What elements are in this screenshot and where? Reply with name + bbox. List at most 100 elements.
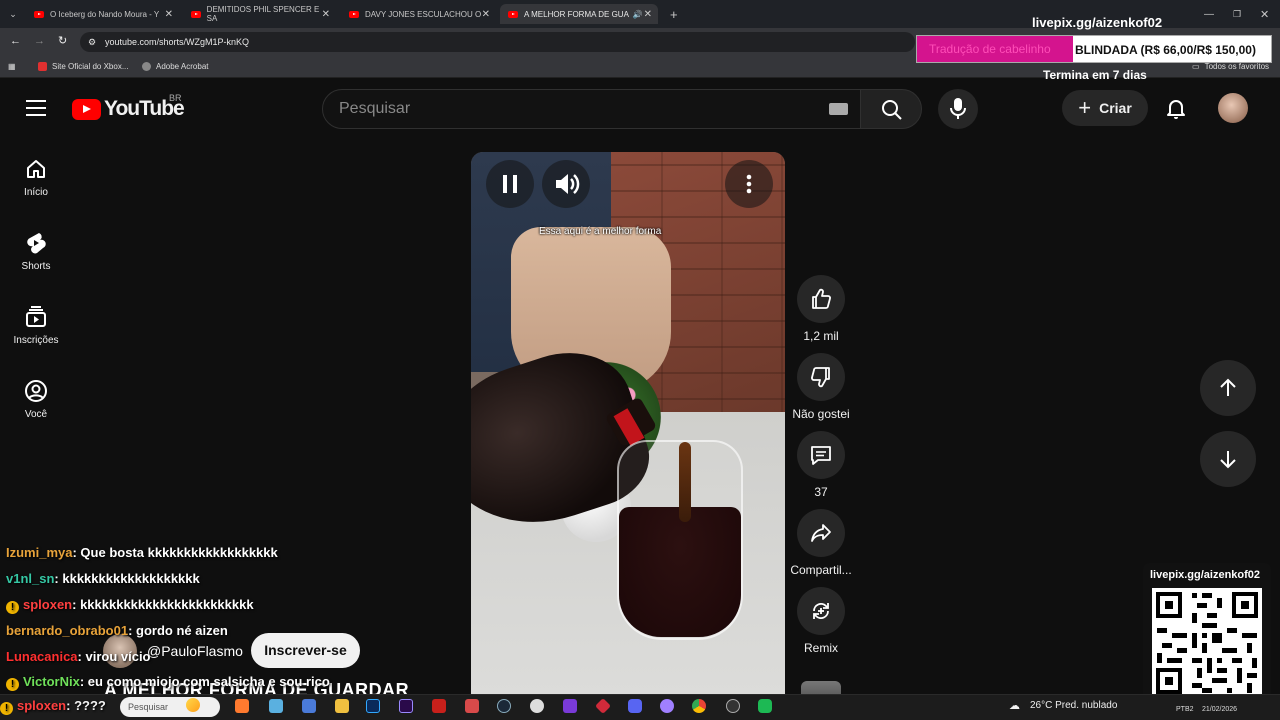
chat-username: sploxen	[23, 597, 73, 612]
chat-message: ! VictorNix: eu como miojo com salsicha e…	[6, 674, 330, 691]
youtube-favicon-icon	[508, 10, 518, 18]
chat-username: v1nl_sn	[6, 571, 55, 586]
video-pouring-stream	[679, 442, 691, 522]
goal-deadline: Termina em 7 dias	[1043, 68, 1147, 82]
search-button[interactable]	[860, 89, 922, 129]
discord-icon[interactable]	[628, 699, 642, 713]
steam-icon[interactable]	[497, 699, 511, 713]
taskbar-search-input[interactable]: Pesquisar	[120, 697, 220, 717]
photoshop-icon[interactable]	[366, 699, 380, 713]
apps-icon[interactable]: ▦	[8, 62, 16, 71]
app-icon-3[interactable]	[302, 699, 316, 713]
maximize-button[interactable]: ❐	[1225, 4, 1249, 24]
close-tab-icon[interactable]: ✕	[165, 9, 173, 20]
clock-date[interactable]: 21/02/2026	[1202, 706, 1237, 713]
tab-1[interactable]: O Iceberg do Nando Moura - Y ✕	[26, 4, 179, 24]
site-info-icon[interactable]: ⚙	[88, 32, 96, 52]
forward-icon[interactable]: →	[34, 35, 45, 47]
acrobat-icon[interactable]	[432, 699, 446, 713]
app-icon-1[interactable]	[235, 699, 249, 713]
tab-list-button[interactable]: ⌄	[2, 4, 24, 24]
search-icon	[882, 100, 902, 120]
app-icon-7[interactable]	[660, 699, 674, 713]
home-icon	[27, 160, 45, 178]
back-icon[interactable]: ←	[10, 35, 21, 47]
share-icon	[811, 524, 831, 542]
volume-button[interactable]	[542, 160, 590, 208]
donation-goal-bar: Tradução de cabelinho BLINDADA (R$ 66,00…	[916, 35, 1272, 63]
chat-username: bernardo_obrabo01	[6, 623, 129, 638]
notifications-bell-icon[interactable]	[1164, 96, 1188, 120]
globe-icon	[142, 62, 151, 71]
all-bookmarks[interactable]: ▭ Todos os favoritos	[1192, 62, 1269, 71]
country-code: BR	[169, 93, 182, 103]
more-options-button[interactable]	[725, 160, 773, 208]
keyboard-icon[interactable]	[829, 103, 848, 115]
shorts-icon	[27, 233, 46, 254]
chat-message: Lunacanica: virou vício	[6, 649, 151, 664]
close-window-button[interactable]: ✕	[1252, 4, 1277, 24]
close-tab-icon[interactable]: ✕	[482, 9, 490, 20]
pause-button[interactable]	[486, 160, 534, 208]
goal-amount-text: BLINDADA (R$ 66,00/R$ 150,00)	[1075, 43, 1256, 57]
channel-name[interactable]: @PauloFlasmo	[147, 643, 243, 659]
bookmark-acrobat[interactable]: Adobe Acrobat	[142, 62, 208, 71]
bookmark-xbox[interactable]: Site Oficial do Xbox...	[38, 62, 128, 71]
create-button[interactable]: + Criar	[1062, 90, 1148, 126]
tab-2[interactable]: DEMITIDOS PHIL SPENCER E SA ✕	[183, 4, 336, 24]
file-explorer-icon[interactable]	[335, 699, 349, 713]
qr-url-label: livepix.gg/aizenkof02	[1150, 569, 1261, 581]
close-tab-icon[interactable]: ✕	[322, 9, 330, 20]
tab-4-active[interactable]: A MELHOR FORMA DE GUA 🔊 ✕	[500, 4, 658, 24]
youtube-favicon-icon	[34, 10, 44, 18]
comments-button[interactable]: 37	[786, 431, 856, 499]
weather-cloud-icon: ☁	[1009, 700, 1020, 712]
sidebar-item-shorts[interactable]: Shorts	[0, 231, 72, 272]
app-icon-5[interactable]	[563, 699, 577, 713]
plus-icon: +	[1078, 95, 1092, 120]
account-avatar[interactable]	[1218, 93, 1248, 123]
youtube-logo[interactable]: YouTube	[72, 97, 185, 121]
like-button[interactable]: 1,2 mil	[786, 275, 856, 343]
youtube-favicon-icon	[349, 10, 359, 18]
alert-badge-icon: !	[0, 702, 13, 715]
sidebar-item-subscriptions[interactable]: Inscrições	[0, 305, 72, 346]
share-button[interactable]: Compartil...	[786, 509, 856, 577]
volume-icon	[556, 174, 580, 194]
youtube-favicon-icon	[191, 10, 201, 18]
subscribe-button[interactable]: Inscrever-se	[251, 633, 360, 668]
minimize-button[interactable]: —	[1196, 4, 1222, 24]
chat-username: VictorNix	[23, 674, 80, 689]
app-icon-8[interactable]	[726, 699, 740, 713]
chat-username: Lunacanica	[6, 649, 78, 664]
app-icon-4[interactable]	[465, 699, 479, 713]
voice-search-button[interactable]	[938, 89, 978, 129]
obs-icon[interactable]	[530, 699, 544, 713]
input-language[interactable]: PTB2	[1176, 706, 1194, 713]
chrome-icon[interactable]	[692, 699, 706, 713]
menu-icon[interactable]	[26, 100, 46, 116]
thumbs-up-icon	[812, 288, 831, 309]
sidebar-item-home[interactable]: Início	[0, 157, 72, 198]
chevron-down-icon: ⌄	[9, 8, 17, 19]
app-icon-9[interactable]	[758, 699, 772, 713]
copilot-sparkle-icon[interactable]	[186, 698, 200, 712]
new-tab-button[interactable]: +	[662, 4, 686, 24]
dislike-button[interactable]: Não gostei	[786, 353, 856, 421]
chat-message: ! sploxen: kkkkkkkkkkkkkkkkkkkkkkkk	[6, 597, 254, 614]
reload-icon[interactable]: ↻	[58, 34, 67, 47]
tab-3[interactable]: DAVY JONES ESCULACHOU O ✕	[341, 4, 496, 24]
remix-button[interactable]: Remix	[786, 587, 856, 655]
sidebar-item-you[interactable]: Você	[0, 379, 72, 420]
app-icon-2[interactable]	[269, 699, 283, 713]
previous-short-button[interactable]	[1200, 360, 1256, 416]
next-short-button[interactable]	[1200, 431, 1256, 487]
premiere-icon[interactable]	[399, 699, 413, 713]
close-tab-icon[interactable]: ✕	[644, 9, 652, 20]
subscriptions-icon	[26, 306, 46, 327]
chat-message: v1nl_sn: kkkkkkkkkkkkkkkkkkk	[6, 571, 200, 586]
youtube-favicon-icon	[38, 62, 47, 71]
chat-message: Izumi_mya: Que bosta kkkkkkkkkkkkkkkkkk	[6, 545, 278, 560]
url-field[interactable]: ⚙ youtube.com/shorts/WZgM1P-knKQ	[80, 32, 915, 52]
pause-icon	[503, 175, 517, 193]
